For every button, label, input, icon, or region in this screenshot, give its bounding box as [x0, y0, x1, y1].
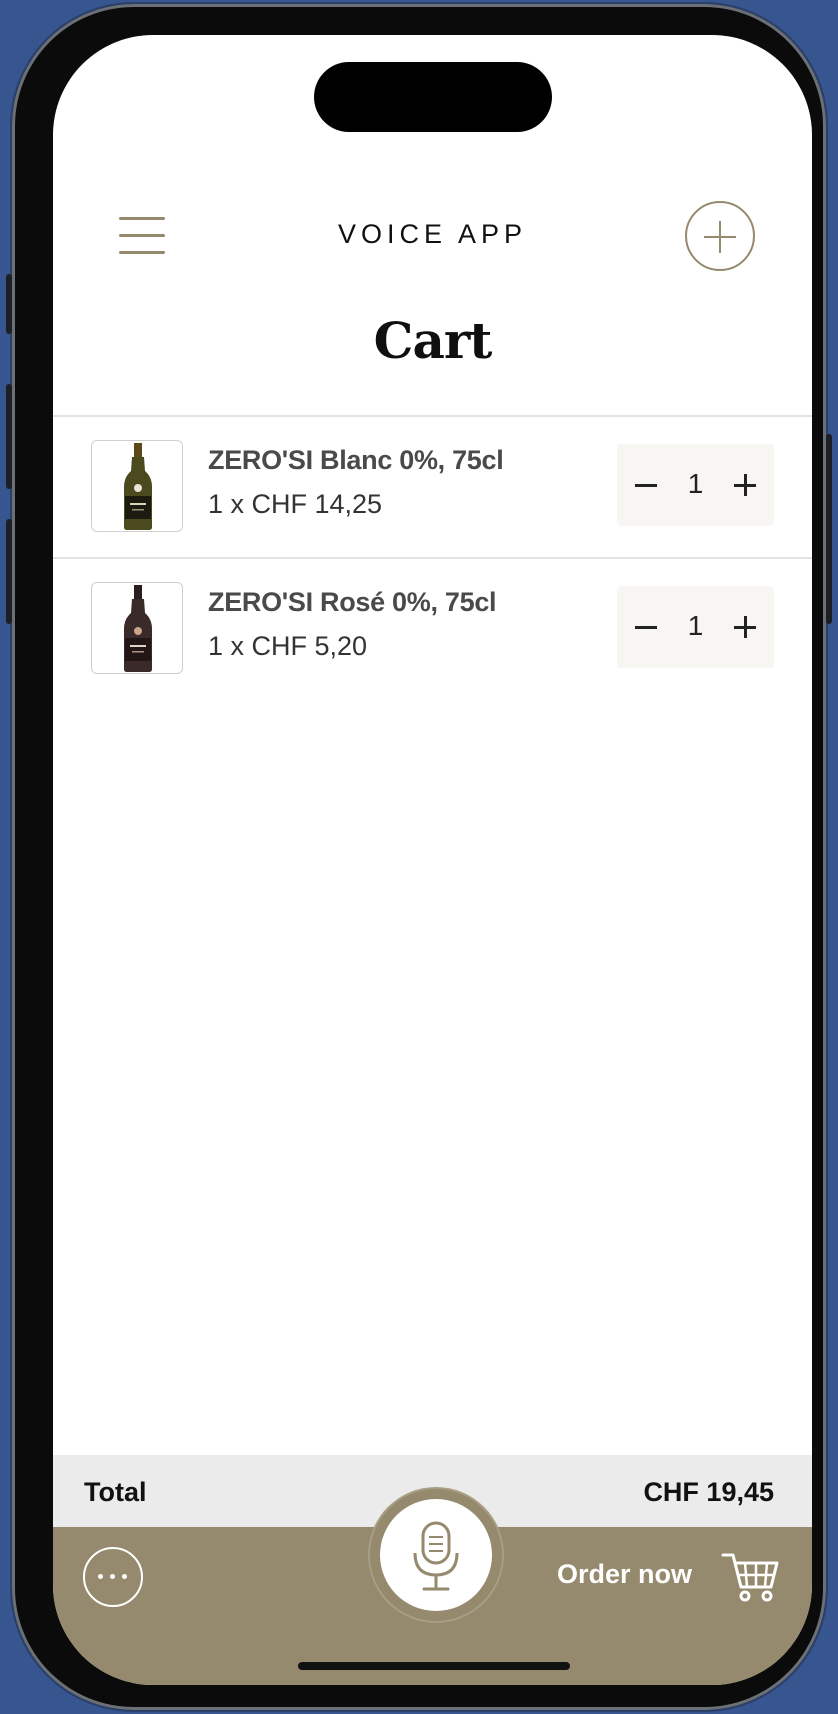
quantity-stepper: 1 [617, 444, 774, 526]
microphone-button[interactable] [380, 1499, 492, 1611]
microphone-icon [413, 1521, 459, 1591]
decrement-button[interactable] [631, 470, 661, 500]
shopping-cart-icon[interactable] [721, 1545, 781, 1605]
home-indicator[interactable] [298, 1662, 570, 1670]
more-dots-icon[interactable] [83, 1547, 143, 1607]
quantity-value: 1 [687, 610, 704, 641]
page-title: Cart [373, 311, 493, 370]
order-now-button[interactable]: Order now [557, 1559, 692, 1590]
product-thumbnail[interactable] [91, 582, 183, 674]
cart-item-row: ZERO'SI Rosé 0%, 75cl 1 x CHF 5,20 1 [53, 559, 812, 699]
item-price: 1 x CHF 5,20 [208, 631, 368, 661]
product-thumbnail[interactable] [91, 440, 183, 532]
quantity-value: 1 [687, 468, 704, 499]
cart-item-row: ZERO'SI Blanc 0%, 75cl 1 x CHF 14,25 1 [53, 417, 812, 557]
side-button [6, 519, 12, 624]
side-button [826, 434, 832, 624]
increment-button[interactable] [730, 612, 760, 642]
side-button [6, 274, 12, 334]
quantity-stepper: 1 [617, 586, 774, 668]
decrement-button[interactable] [631, 612, 661, 642]
increment-button[interactable] [730, 470, 760, 500]
total-label: Total [84, 1477, 147, 1507]
add-button[interactable] [685, 201, 755, 271]
app-screen: VOICE APP Cart ZERO'SI Blanc 0%, 75cl 1 … [53, 35, 812, 1685]
bottle-icon [124, 585, 152, 672]
total-value: CHF 19,45 [643, 1477, 774, 1507]
phone-frame: VOICE APP Cart ZERO'SI Blanc 0%, 75cl 1 … [6, 4, 832, 1710]
item-name: ZERO'SI Rosé 0%, 75cl [208, 587, 497, 617]
side-button [6, 384, 12, 489]
item-name: ZERO'SI Blanc 0%, 75cl [208, 445, 504, 475]
mic-button-ring [370, 1489, 502, 1621]
bottle-icon [124, 443, 152, 530]
item-price: 1 x CHF 14,25 [208, 489, 383, 519]
dynamic-island [314, 62, 552, 132]
